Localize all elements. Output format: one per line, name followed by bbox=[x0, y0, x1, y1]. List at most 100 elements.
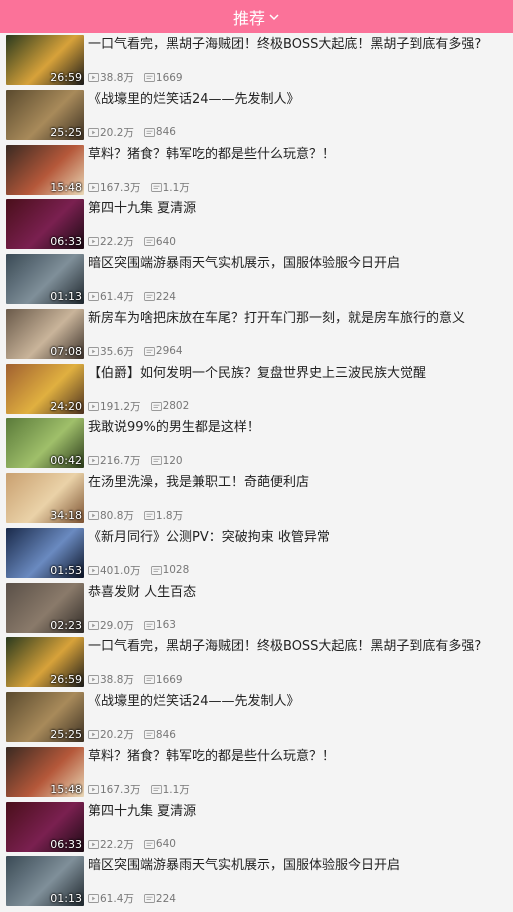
video-meta: 草料？猪食？韩军吃的都是些什么玩意？！ 167.3万 1.1万 bbox=[84, 145, 513, 195]
video-title[interactable]: 草料？猪食？韩军吃的都是些什么玩意？！ bbox=[88, 748, 513, 766]
video-thumbnail[interactable]: 34:18 bbox=[6, 473, 84, 523]
video-thumbnail[interactable]: 07:08 bbox=[6, 308, 84, 359]
play-count-value: 22.2万 bbox=[100, 236, 134, 249]
video-thumbnail[interactable]: 15:48 bbox=[6, 144, 84, 195]
video-thumbnail[interactable]: 02:23 bbox=[6, 582, 84, 633]
video-stats: 20.2万 846 bbox=[88, 727, 186, 742]
video-title[interactable]: 暗区突围端游暴雨天气实机展示，国服体验服今日开启 bbox=[88, 255, 513, 273]
video-thumbnail[interactable]: 06:33 bbox=[6, 801, 84, 852]
comment-icon bbox=[150, 565, 162, 575]
video-duration: 01:13 bbox=[50, 892, 82, 906]
play-count-value: 35.6万 bbox=[100, 345, 134, 358]
video-item[interactable]: 02:23 恭喜发财 人生百态 29.0万 163 bbox=[0, 581, 513, 636]
video-item[interactable]: 06:33 第四十九集 夏清源 22.2万 640 bbox=[0, 800, 513, 855]
video-thumbnail[interactable]: 25:25 bbox=[6, 692, 84, 742]
video-duration: 15:48 bbox=[50, 782, 82, 796]
video-title[interactable]: 第四十九集 夏清源 bbox=[88, 200, 513, 218]
video-item[interactable]: 15:48 草料？猪食？韩军吃的都是些什么玩意？！ 167.3万 1.1万 bbox=[0, 143, 513, 198]
play-icon bbox=[88, 894, 99, 904]
video-title[interactable]: 一口气看完，黑胡子海贼团！终极BOSS大起底！黑胡子到底有多强? bbox=[88, 638, 513, 656]
video-item[interactable]: 26:59 一口气看完，黑胡子海贼团！终极BOSS大起底！黑胡子到底有多强? 3… bbox=[0, 635, 513, 690]
play-icon bbox=[88, 839, 99, 849]
play-count-value: 61.4万 bbox=[100, 893, 134, 906]
play-icon bbox=[88, 401, 99, 411]
video-thumbnail[interactable]: 01:13 bbox=[6, 856, 84, 907]
play-icon bbox=[88, 511, 99, 520]
video-list[interactable]: 26:59 一口气看完，黑胡子海贼团！终极BOSS大起底！黑胡子到底有多强? 3… bbox=[0, 33, 513, 912]
video-title[interactable]: 新房车为啥把床放在车尾？打开车门那一刻，就是房车旅行的意义 bbox=[88, 310, 513, 328]
video-item[interactable]: 00:42 我敢说99%的男生都是这样！ 216.7万 120 bbox=[0, 416, 513, 471]
video-duration: 25:25 bbox=[50, 125, 82, 139]
video-item[interactable]: 06:33 第四十九集 夏清源 22.2万 640 bbox=[0, 197, 513, 252]
feed-selector[interactable]: 推荐 bbox=[233, 5, 280, 29]
video-duration: 24:20 bbox=[50, 399, 82, 413]
video-thumbnail[interactable]: 26:59 bbox=[6, 637, 84, 688]
comment-count: 640 bbox=[143, 838, 176, 850]
play-icon bbox=[88, 456, 99, 466]
video-thumbnail[interactable]: 00:42 bbox=[6, 418, 84, 469]
play-count-value: 20.2万 bbox=[100, 729, 134, 741]
comment-count: 846 bbox=[143, 126, 176, 138]
play-icon bbox=[88, 346, 99, 356]
video-stats: 401.0万 1028 bbox=[88, 563, 199, 578]
comment-icon bbox=[143, 346, 155, 356]
comment-count-value: 224 bbox=[155, 290, 176, 303]
video-thumbnail[interactable]: 24:20 bbox=[6, 363, 84, 414]
video-item[interactable]: 25:25 《战壕里的烂笑话24——先发制人》 20.2万 846 bbox=[0, 88, 513, 143]
video-duration: 01:53 bbox=[50, 563, 82, 577]
video-title[interactable]: 第四十九集 夏清源 bbox=[88, 803, 513, 821]
play-count-value: 216.7万 bbox=[100, 455, 141, 468]
video-meta: 《新月同行》公测PV：突破拘束 收管异常 401.0万 1028 bbox=[84, 528, 513, 578]
video-item[interactable]: 34:18 在汤里洗澡，我是兼职工！奇葩便利店 80.8万 1.8万 bbox=[0, 471, 513, 526]
video-item[interactable]: 24:20 【伯爵】如何发明一个民族？复盘世界史上三波民族大觉醒 191.2万 bbox=[0, 362, 513, 417]
video-item[interactable]: 01:13 暗区突围端游暴雨天气实机展示，国服体验服今日开启 61.4万 224 bbox=[0, 252, 513, 307]
video-meta: 暗区突围端游暴雨天气实机展示，国服体验服今日开启 61.4万 224 bbox=[84, 856, 513, 906]
video-stats: 22.2万 640 bbox=[88, 234, 186, 249]
comment-count: 120 bbox=[150, 455, 183, 467]
video-title[interactable]: 【伯爵】如何发明一个民族？复盘世界史上三波民族大觉醒 bbox=[88, 365, 513, 383]
comment-count-value: 1.8万 bbox=[155, 510, 184, 522]
play-count-value: 191.2万 bbox=[100, 400, 141, 413]
video-thumbnail[interactable]: 25:25 bbox=[6, 89, 84, 140]
play-icon bbox=[88, 784, 99, 794]
video-item[interactable]: 26:59 一口气看完，黑胡子海贼团！终极BOSS大起底！黑胡子到底有多强? 3… bbox=[0, 33, 513, 88]
play-count: 80.8万 bbox=[88, 508, 134, 523]
comment-count: 224 bbox=[143, 893, 176, 905]
video-title[interactable]: 《战壕里的烂笑话24——先发制人》 bbox=[88, 91, 513, 109]
video-title[interactable]: 我敢说99%的男生都是这样！ bbox=[88, 419, 513, 437]
video-title[interactable]: 恭喜发财 人生百态 bbox=[88, 584, 513, 602]
play-count: 61.4万 bbox=[88, 891, 134, 906]
comment-count: 2802 bbox=[150, 400, 189, 412]
play-icon bbox=[88, 565, 99, 575]
video-meta: 新房车为啥把床放在车尾？打开车门那一刻，就是房车旅行的意义 35.6万 2964 bbox=[84, 309, 513, 359]
video-thumbnail[interactable]: 01:13 bbox=[6, 254, 84, 304]
video-meta: 草料？猪食？韩军吃的都是些什么玩意？！ 167.3万 1.1万 bbox=[84, 747, 513, 797]
play-count-value: 29.0万 bbox=[100, 619, 134, 632]
video-item[interactable]: 01:53 《新月同行》公测PV：突破拘束 收管异常 401.0万 1028 bbox=[0, 526, 513, 581]
play-count: 20.2万 bbox=[88, 125, 134, 140]
video-stats: 29.0万 163 bbox=[88, 618, 186, 633]
comment-icon bbox=[143, 730, 155, 739]
play-count-value: 38.8万 bbox=[100, 674, 134, 687]
video-thumbnail[interactable]: 01:53 bbox=[6, 527, 84, 578]
play-icon bbox=[88, 237, 99, 247]
video-meta: 第四十九集 夏清源 22.2万 640 bbox=[84, 199, 513, 249]
video-title[interactable]: 草料？猪食？韩军吃的都是些什么玩意？！ bbox=[88, 146, 513, 164]
video-title[interactable]: 暗区突围端游暴雨天气实机展示，国服体验服今日开启 bbox=[88, 857, 513, 875]
video-stats: 216.7万 120 bbox=[88, 453, 193, 468]
video-thumbnail[interactable]: 06:33 bbox=[6, 199, 84, 250]
video-thumbnail[interactable]: 15:48 bbox=[6, 746, 84, 797]
video-title[interactable]: 在汤里洗澡，我是兼职工！奇葩便利店 bbox=[88, 474, 513, 492]
feed-title: 推荐 bbox=[232, 8, 265, 28]
comment-count: 1.1万 bbox=[150, 180, 190, 195]
video-item[interactable]: 01:13 暗区突围端游暴雨天气实机展示，国服体验服今日开启 61.4万 224 bbox=[0, 854, 513, 909]
video-title[interactable]: 一口气看完，黑胡子海贼团！终极BOSS大起底！黑胡子到底有多强? bbox=[88, 36, 513, 54]
video-item[interactable]: 07:08 新房车为啥把床放在车尾？打开车门那一刻，就是房车旅行的意义 35.6… bbox=[0, 307, 513, 362]
comment-count-value: 163 bbox=[155, 619, 176, 631]
video-thumbnail[interactable]: 26:59 bbox=[6, 35, 84, 85]
video-item[interactable]: 15:48 草料？猪食？韩军吃的都是些什么玩意？！ 167.3万 1.1万 bbox=[0, 745, 513, 800]
play-count: 401.0万 bbox=[88, 563, 141, 578]
video-title[interactable]: 《战壕里的烂笑话24——先发制人》 bbox=[88, 693, 513, 711]
video-item[interactable]: 25:25 《战壕里的烂笑话24——先发制人》 20.2万 846 bbox=[0, 690, 513, 745]
video-title[interactable]: 《新月同行》公测PV：突破拘束 收管异常 bbox=[88, 529, 513, 547]
